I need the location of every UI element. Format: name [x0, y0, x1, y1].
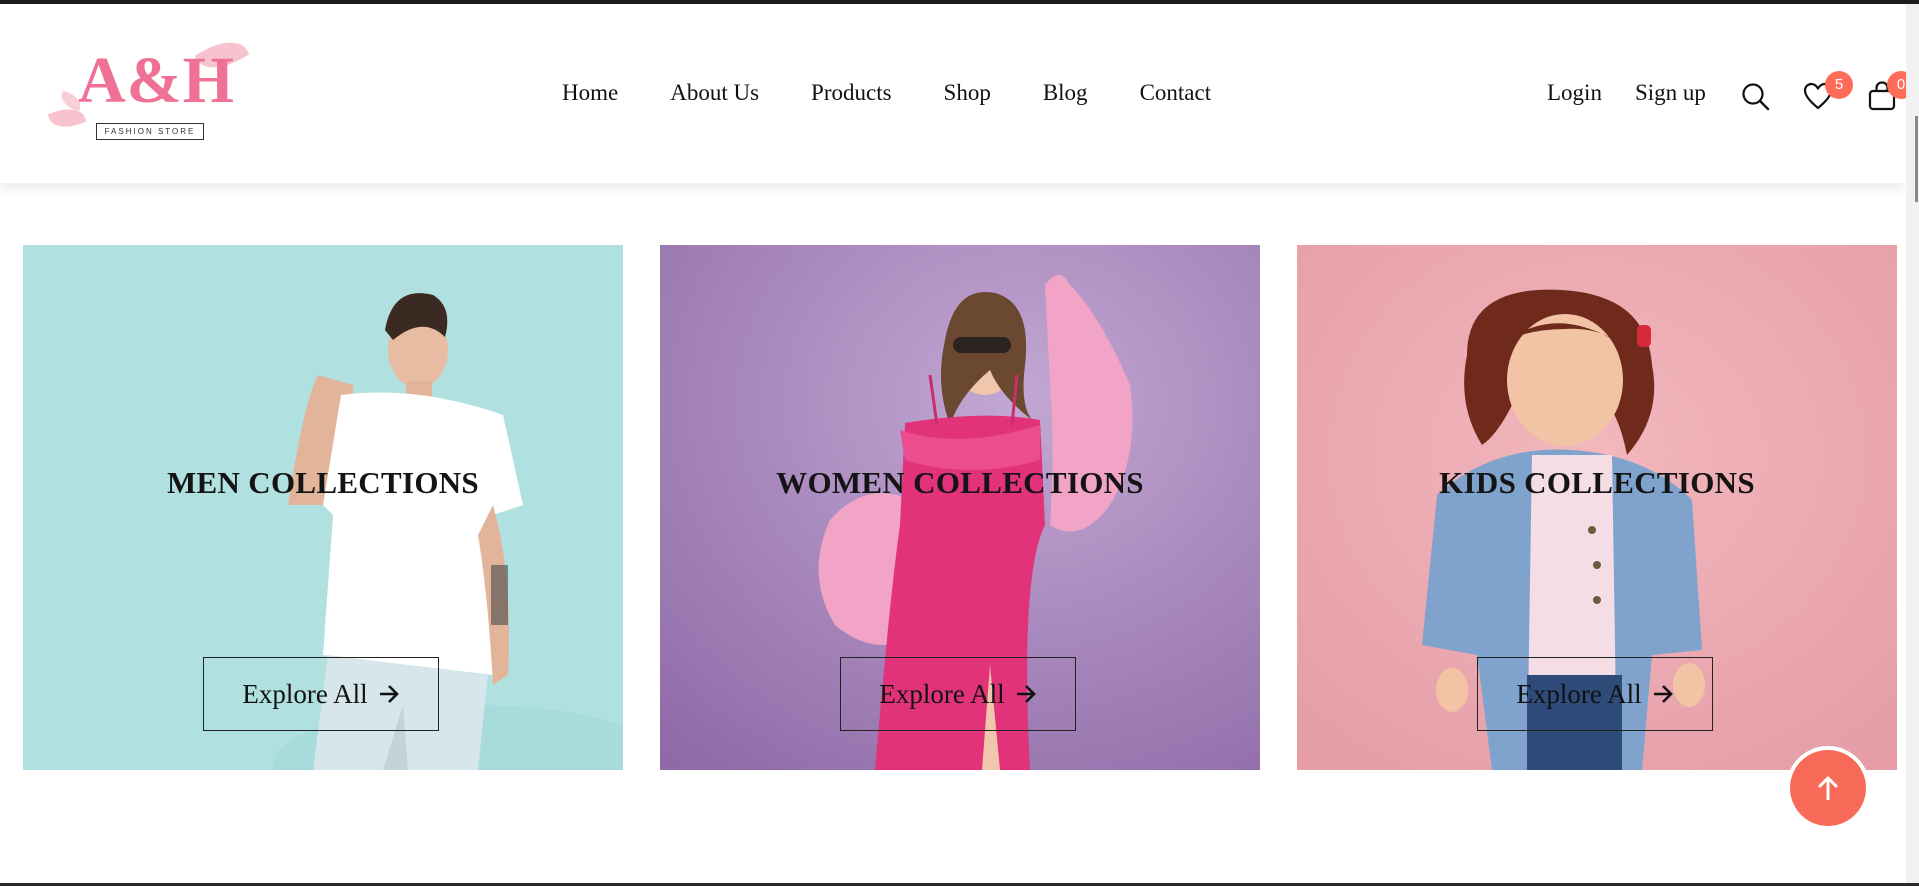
- back-to-top-button[interactable]: [1786, 746, 1870, 830]
- kids-collection-card[interactable]: KIDS COLLECTIONS Explore All: [1297, 245, 1897, 770]
- arrow-right-icon: [379, 685, 399, 703]
- scrollbar-thumb[interactable]: [1915, 116, 1918, 202]
- nav-about-us[interactable]: About Us: [670, 80, 759, 106]
- brand-logo[interactable]: A&H FASHION STORE: [47, 31, 250, 148]
- arrow-up-icon: [1817, 775, 1839, 800]
- signup-link[interactable]: Sign up: [1635, 80, 1706, 106]
- explore-all-button[interactable]: Explore All: [1477, 657, 1713, 731]
- explore-all-label: Explore All: [242, 678, 368, 709]
- nav-shop[interactable]: Shop: [944, 80, 991, 106]
- back-to-top-circle: [1790, 750, 1866, 826]
- explore-all-label: Explore All: [879, 678, 1005, 709]
- nav-products[interactable]: Products: [811, 80, 892, 106]
- nav-home[interactable]: Home: [562, 80, 618, 106]
- collection-title: KIDS COLLECTIONS: [1439, 465, 1755, 500]
- arrow-right-icon: [1653, 685, 1673, 703]
- site-header: A&H FASHION STORE Home About Us Products…: [0, 4, 1915, 183]
- logo-mark: A&H: [78, 44, 235, 117]
- explore-all-button[interactable]: Explore All: [203, 657, 439, 731]
- men-collection-card[interactable]: MEN COLLECTIONS Explore All: [23, 245, 623, 770]
- nav-contact[interactable]: Contact: [1140, 80, 1212, 106]
- search-icon[interactable]: [1741, 82, 1771, 117]
- collection-title: MEN COLLECTIONS: [167, 465, 479, 500]
- arrow-right-icon: [1016, 685, 1036, 703]
- logo-tagline: FASHION STORE: [96, 123, 204, 140]
- main-nav: Home About Us Products Shop Blog Contact: [562, 80, 1263, 106]
- explore-all-label: Explore All: [1516, 678, 1642, 709]
- explore-all-button[interactable]: Explore All: [840, 657, 1076, 731]
- wishlist-count-badge: 5: [1825, 71, 1853, 99]
- women-collection-card[interactable]: WOMEN COLLECTIONS Explore All: [660, 245, 1260, 770]
- nav-blog[interactable]: Blog: [1043, 80, 1088, 106]
- collection-title: WOMEN COLLECTIONS: [776, 465, 1144, 500]
- login-link[interactable]: Login: [1547, 80, 1602, 106]
